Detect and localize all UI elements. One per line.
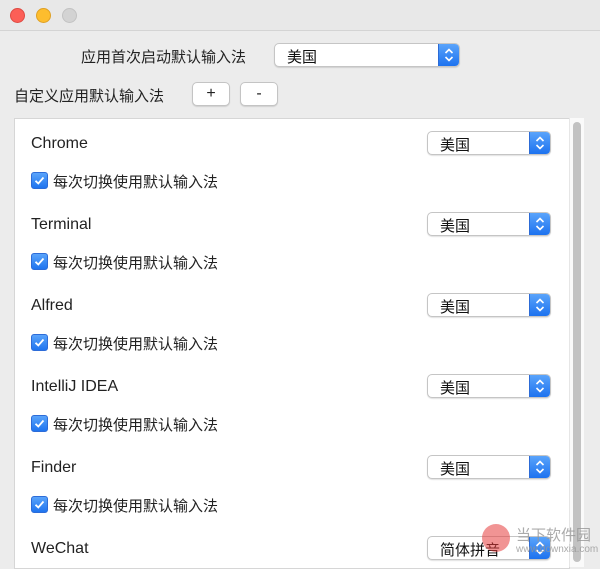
checkmark-icon (34, 176, 45, 185)
use-default-checkbox[interactable] (31, 334, 48, 351)
title-bar (0, 0, 600, 31)
zoom-window-button[interactable] (62, 8, 77, 23)
app-name: Chrome (31, 135, 88, 152)
remove-app-button[interactable]: - (240, 82, 278, 106)
app-input-select[interactable]: 美国 (427, 293, 551, 317)
chevron-up-down-icon (529, 456, 550, 478)
use-default-label: 每次切换使用默认输入法 (53, 336, 219, 353)
chevron-up-down-icon (438, 44, 459, 66)
add-app-button[interactable]: + (192, 82, 230, 106)
default-input-value: 美国 (287, 49, 318, 66)
app-name: Terminal (31, 216, 92, 233)
checkmark-icon (34, 419, 45, 428)
use-default-checkbox[interactable] (31, 172, 48, 189)
app-input-value: 美国 (440, 380, 471, 397)
checkmark-icon (34, 338, 45, 347)
default-input-select[interactable]: 美国 (274, 43, 460, 67)
app-input-select[interactable]: 美国 (427, 212, 551, 236)
chevron-up-down-icon (529, 132, 550, 154)
app-input-value: 美国 (440, 299, 471, 316)
chevron-up-down-icon (529, 294, 550, 316)
app-input-value: 美国 (440, 218, 471, 235)
scrollbar-thumb[interactable] (573, 122, 581, 562)
app-name: Finder (31, 459, 77, 476)
use-default-label: 每次切换使用默认输入法 (53, 498, 219, 515)
app-input-value: 美国 (440, 137, 471, 154)
default-input-label: 应用首次启动默认输入法 (81, 49, 247, 66)
checkmark-icon (34, 257, 45, 266)
watermark-logo-icon (482, 524, 510, 552)
app-input-select[interactable]: 美国 (427, 455, 551, 479)
app-list: Chrome 美国 每次切换使用默认输入法 Terminal 美国 每次切换使用… (14, 118, 570, 569)
use-default-checkbox[interactable] (31, 496, 48, 513)
vertical-scrollbar[interactable] (569, 118, 584, 567)
close-window-button[interactable] (10, 8, 25, 23)
app-input-select[interactable]: 美国 (427, 131, 551, 155)
watermark: 当下软件园 www.downxia.com (476, 520, 600, 567)
custom-apps-label: 自定义应用默认输入法 (14, 88, 165, 105)
use-default-checkbox[interactable] (31, 415, 48, 432)
watermark-url: www.downxia.com (516, 544, 599, 555)
use-default-label: 每次切换使用默认输入法 (53, 255, 219, 272)
watermark-name: 当下软件园 (516, 527, 592, 544)
use-default-label: 每次切换使用默认输入法 (53, 417, 219, 434)
chevron-up-down-icon (529, 375, 550, 397)
app-input-value: 美国 (440, 461, 471, 478)
app-name: WeChat (31, 540, 89, 557)
minimize-window-button[interactable] (36, 8, 51, 23)
use-default-label: 每次切换使用默认输入法 (53, 174, 219, 191)
use-default-checkbox[interactable] (31, 253, 48, 270)
checkmark-icon (34, 500, 45, 509)
chevron-up-down-icon (529, 213, 550, 235)
app-name: Alfred (31, 297, 73, 314)
app-name: IntelliJ IDEA (31, 378, 119, 395)
app-input-select[interactable]: 美国 (427, 374, 551, 398)
